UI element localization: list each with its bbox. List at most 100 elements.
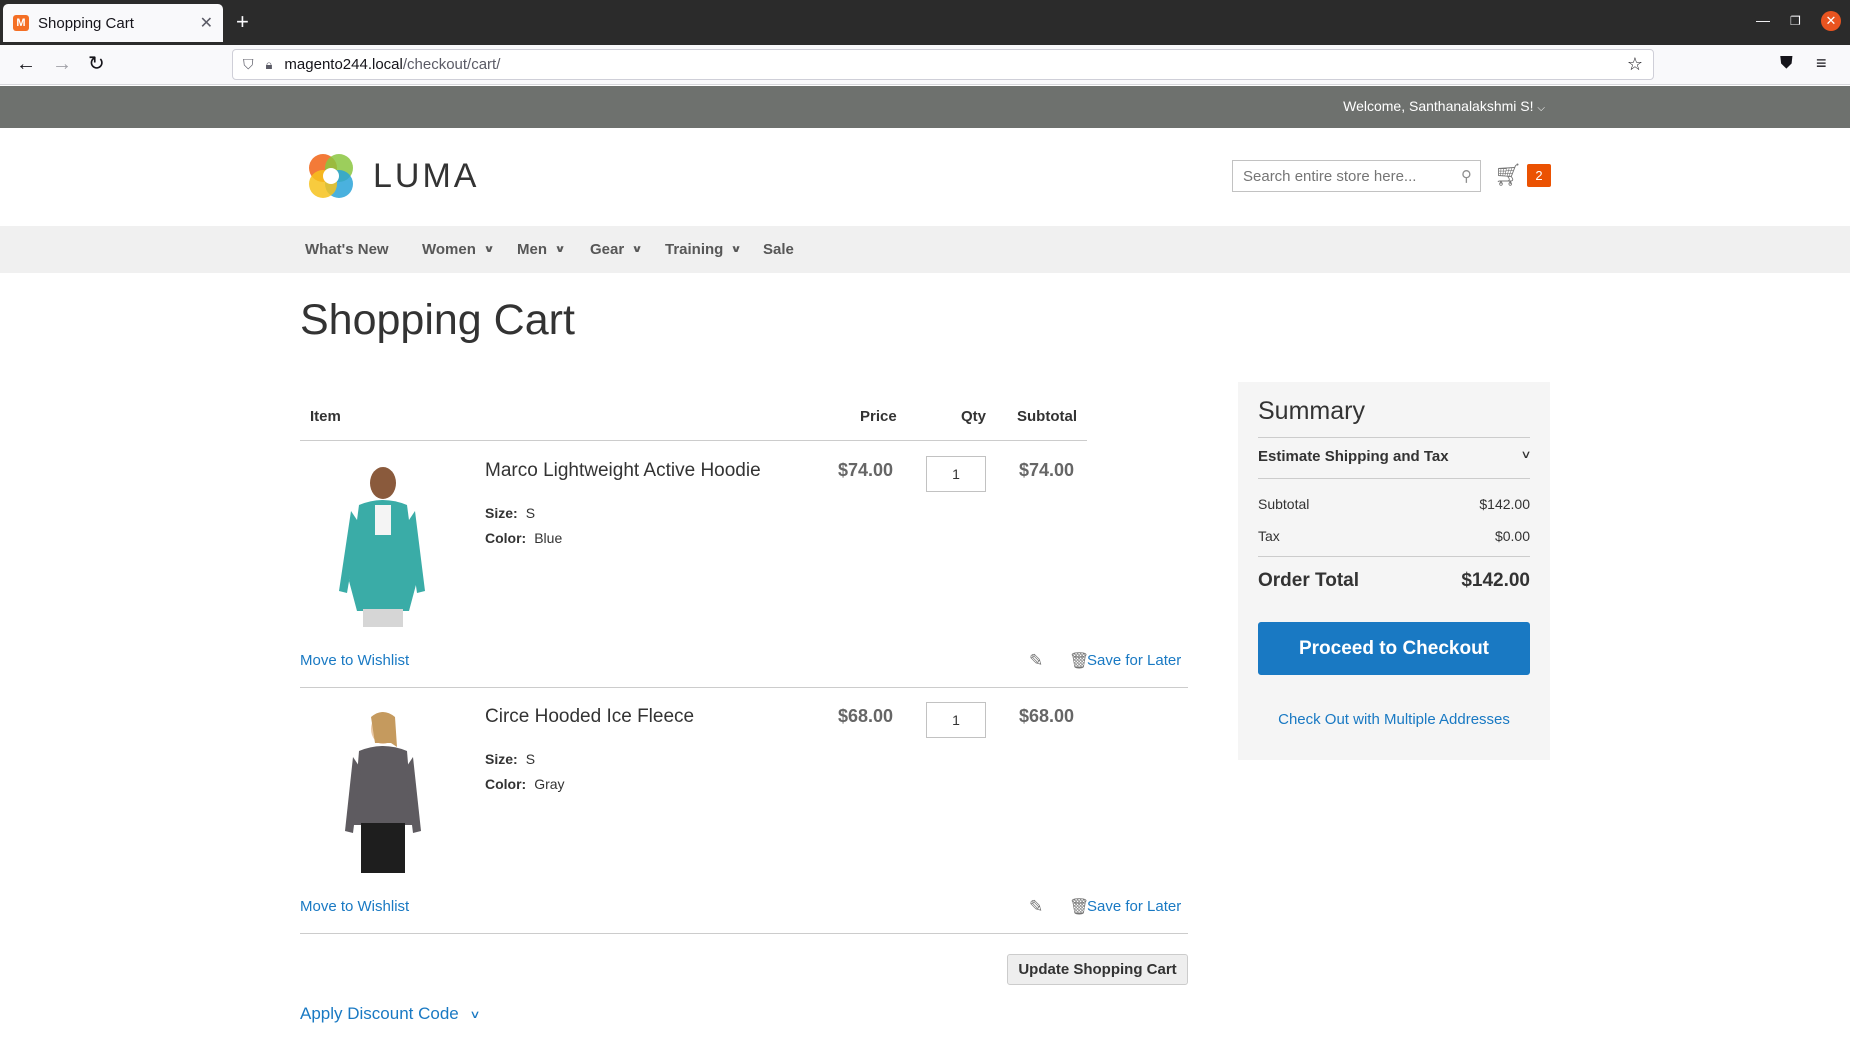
discount-label: Apply Discount Code	[300, 1004, 459, 1023]
window-close-icon[interactable]: ✕	[1821, 11, 1841, 31]
chevron-down-icon: ∨	[730, 244, 743, 255]
magento-favicon-icon: M	[13, 15, 29, 31]
address-bar[interactable]: ⛉ 🔒︎ magento244.local /checkout/cart/ ☆	[232, 49, 1654, 80]
minimize-icon[interactable]: —	[1756, 12, 1770, 28]
option-value: S	[525, 505, 536, 521]
browser-tab[interactable]: M Shopping Cart ✕	[3, 4, 223, 42]
divider	[1258, 478, 1530, 479]
nav-label: Sale	[763, 241, 794, 258]
move-to-wishlist-link[interactable]: Move to Wishlist	[300, 898, 409, 915]
new-tab-icon[interactable]: +	[236, 10, 249, 34]
tax-value: $0.00	[1494, 528, 1530, 544]
chevron-down-icon: ∨	[631, 244, 643, 255]
forward-arrow-icon[interactable]: →	[52, 53, 72, 75]
nav-item-whats-new[interactable]: What's New	[305, 241, 389, 258]
customer-welcome-menu[interactable]: Welcome, Santhanalakshmi S! ⌵	[1343, 98, 1545, 114]
option-label: Color:	[485, 530, 527, 546]
item-price: $74.00	[838, 460, 894, 480]
option-value: S	[525, 751, 536, 767]
panel-header: Welcome, Santhanalakshmi S! ⌵	[0, 86, 1850, 128]
shield-icon[interactable]: ⛉	[243, 56, 254, 73]
chevron-down-icon: ∨	[554, 244, 566, 255]
option-color: Color: Blue	[485, 530, 562, 546]
save-for-later-link[interactable]: Save for Later	[1087, 652, 1181, 669]
lock-icon[interactable]: 🔒︎	[266, 57, 273, 73]
page: Welcome, Santhanalakshmi S! ⌵ LUMA ⚲ 🛒︎ …	[0, 86, 1850, 1055]
hamburger-menu-icon[interactable]: ≡	[1816, 53, 1827, 74]
column-header-qty: Qty	[961, 408, 987, 425]
subtotal-label: Subtotal	[1258, 496, 1310, 512]
logo-text: LUMA	[373, 156, 480, 195]
nav-item-sale[interactable]: Sale	[763, 241, 794, 258]
back-arrow-icon[interactable]: ←	[16, 53, 36, 75]
luma-logo-icon	[309, 154, 353, 198]
multiple-addresses-link[interactable]: Check Out with Multiple Addresses	[1238, 711, 1550, 728]
edit-pencil-icon[interactable]: ✎	[1029, 651, 1043, 671]
chevron-down-icon: ∨	[469, 1008, 481, 1021]
item-subtotal: $68.00	[1019, 706, 1075, 726]
product-image[interactable]	[321, 461, 441, 627]
option-value: Blue	[534, 530, 563, 546]
browser-titlebar: M Shopping Cart ✕ + — ❐ ✕	[0, 0, 1850, 45]
nav-item-women[interactable]: Women ∨	[422, 241, 495, 258]
column-header-subtotal: Subtotal	[1017, 408, 1077, 425]
option-label: Size:	[485, 505, 518, 521]
url-host: magento244.local	[284, 56, 403, 73]
option-value: Gray	[534, 776, 565, 792]
browser-navbar: ← → ↻ ⛉ 🔒︎ magento244.local /checkout/ca…	[0, 45, 1850, 85]
nav-label: Gear	[590, 241, 625, 258]
divider	[300, 440, 1087, 441]
product-image[interactable]	[321, 707, 441, 873]
order-total-label: Order Total	[1258, 570, 1359, 591]
update-shopping-cart-button[interactable]: Update Shopping Cart	[1007, 954, 1188, 985]
summary-title: Summary	[1258, 397, 1365, 425]
bookmark-star-icon[interactable]: ☆	[1627, 54, 1643, 75]
nav-label: Women	[422, 241, 476, 258]
search-input[interactable]	[1243, 167, 1443, 185]
item-price: $68.00	[838, 706, 894, 726]
product-name-link[interactable]: Marco Lightweight Active Hoodie	[485, 460, 761, 482]
nav-item-gear[interactable]: Gear ∨	[590, 241, 643, 258]
subtotal-value: $142.00	[1479, 496, 1530, 512]
search-icon[interactable]: ⚲	[1461, 167, 1472, 185]
tax-label: Tax	[1258, 528, 1280, 544]
edit-pencil-icon[interactable]: ✎	[1029, 897, 1043, 917]
estimate-shipping-toggle[interactable]: Estimate Shipping and Tax	[1258, 448, 1449, 465]
nav-label: What's New	[305, 241, 389, 258]
pocket-icon[interactable]: ⛊	[1780, 53, 1793, 73]
tab-close-icon[interactable]: ✕	[200, 13, 213, 33]
luma-logo[interactable]: LUMA	[305, 150, 479, 202]
page-title: Shopping Cart	[300, 296, 575, 344]
reload-icon[interactable]: ↻	[88, 53, 105, 75]
apply-discount-toggle[interactable]: Apply Discount Code ∨	[300, 1004, 481, 1024]
divider	[1258, 437, 1530, 438]
item-subtotal: $74.00	[1019, 460, 1075, 480]
option-label: Size:	[485, 751, 518, 767]
qty-input[interactable]	[926, 456, 986, 492]
option-label: Color:	[485, 776, 527, 792]
option-size: Size: S	[485, 751, 535, 767]
nav-item-men[interactable]: Men ∨	[517, 241, 566, 258]
move-to-wishlist-link[interactable]: Move to Wishlist	[300, 652, 409, 669]
search-box[interactable]: ⚲	[1232, 160, 1481, 192]
restore-icon[interactable]: ❐	[1790, 14, 1801, 28]
divider	[300, 687, 1188, 688]
chevron-down-icon[interactable]: ∨	[1520, 448, 1531, 461]
shopping-cart-icon[interactable]: 🛒︎	[1494, 162, 1522, 188]
column-header-item: Item	[310, 408, 341, 425]
proceed-to-checkout-button[interactable]: Proceed to Checkout	[1258, 622, 1530, 675]
order-summary: Summary Estimate Shipping and Tax ∨ Subt…	[1238, 382, 1550, 760]
product-name-link[interactable]: Circe Hooded Ice Fleece	[485, 706, 694, 728]
qty-input[interactable]	[926, 702, 986, 738]
save-for-later-link[interactable]: Save for Later	[1087, 898, 1181, 915]
option-color: Color: Gray	[485, 776, 565, 792]
minicart[interactable]: 🛒︎ 2	[1494, 162, 1551, 188]
main-navigation: What's New Women ∨ Men ∨ Gear ∨ Training ∨ S…	[0, 226, 1850, 273]
tab-title: Shopping Cart	[38, 14, 134, 32]
option-size: Size: S	[485, 505, 535, 521]
chevron-down-icon: ∨	[483, 244, 495, 255]
nav-item-training[interactable]: Training ∨	[665, 241, 743, 258]
divider	[300, 933, 1188, 934]
nav-label: Training	[665, 241, 724, 258]
column-header-price: Price	[860, 408, 897, 425]
